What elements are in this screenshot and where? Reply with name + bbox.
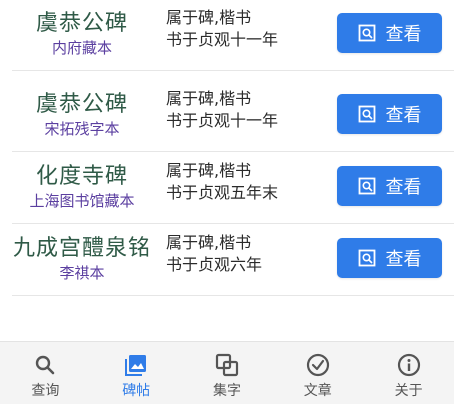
tab-search[interactable]: 查询	[0, 342, 91, 404]
view-button-label: 查看	[385, 24, 422, 45]
stele-edition: 宋拓残字本	[44, 120, 120, 138]
view-icon	[358, 249, 375, 267]
list-item: 化度寺碑 上海图书馆藏本 属于碑,楷书 书于贞观五年末 查看	[12, 152, 454, 224]
tab-about-label: 关于	[394, 383, 423, 399]
view-button[interactable]: 查看	[337, 94, 442, 134]
image-icon	[125, 355, 147, 376]
tab-collect-label: 集字	[212, 383, 241, 399]
stele-type: 属于碑,楷书	[166, 89, 252, 108]
list-item: 虞恭公碑 宋拓残字本 属于碑,楷书 书于贞观十一年 查看	[12, 80, 454, 152]
stele-title: 化度寺碑	[35, 164, 128, 189]
name-column: 化度寺碑 上海图书馆藏本	[12, 152, 152, 223]
tab-about[interactable]: 关于	[363, 342, 454, 404]
name-column: 虞恭公碑 宋拓残字本	[12, 80, 152, 151]
tab-steles[interactable]: 碑帖	[91, 342, 182, 404]
stele-info: 属于碑,楷书 书于贞观十一年	[166, 88, 326, 132]
name-column: 虞恭公碑 内府藏本	[12, 0, 152, 70]
stele-date: 书于贞观五年末	[166, 183, 279, 202]
tab-steles-label: 碑帖	[122, 383, 151, 399]
stele-date: 书于贞观十一年	[166, 30, 279, 49]
list-item: 虞恭公碑 内府藏本 属于碑,楷书 书于贞观十一年 查看	[12, 0, 454, 71]
stele-info: 属于碑,楷书 书于贞观十一年	[166, 7, 326, 51]
view-icon	[358, 24, 375, 42]
view-icon	[358, 177, 375, 195]
stele-title: 虞恭公碑	[35, 11, 128, 36]
info-icon	[397, 353, 420, 377]
tab-articles-label: 文章	[303, 383, 332, 399]
view-button-label: 查看	[385, 249, 422, 270]
stele-edition: 内府藏本	[51, 39, 112, 57]
view-button-label: 查看	[385, 105, 422, 126]
stele-edition: 李祺本	[59, 264, 105, 282]
stele-info: 属于碑,楷书 书于贞观六年	[166, 232, 326, 276]
stele-date: 书于贞观六年	[166, 255, 263, 274]
layers-icon	[215, 353, 239, 377]
name-column: 九成宫醴泉铭 李祺本	[12, 224, 152, 295]
view-button[interactable]: 查看	[337, 238, 442, 278]
view-button-label: 查看	[385, 177, 422, 198]
stele-title: 虞恭公碑	[35, 92, 128, 117]
view-button[interactable]: 查看	[337, 13, 442, 53]
tab-articles[interactable]: 文章	[272, 342, 363, 404]
view-icon	[358, 105, 375, 123]
stele-title: 九成宫醴泉铭	[12, 236, 151, 261]
bottom-tab-bar: 查询 碑帖 集字 文章 关于	[0, 341, 454, 404]
list-item: 九成宫醴泉铭 李祺本 属于碑,楷书 书于贞观六年 查看	[12, 224, 454, 296]
stele-type: 属于碑,楷书	[166, 8, 252, 27]
stele-type: 属于碑,楷书	[166, 233, 252, 252]
stele-info: 属于碑,楷书 书于贞观五年末	[166, 160, 326, 204]
stele-edition: 上海图书馆藏本	[29, 192, 135, 210]
tab-collect[interactable]: 集字	[182, 342, 273, 404]
stele-type: 属于碑,楷书	[166, 161, 252, 180]
check-circle-icon	[306, 353, 329, 377]
view-button[interactable]: 查看	[337, 166, 442, 206]
stele-date: 书于贞观十一年	[166, 111, 279, 130]
tab-search-label: 查询	[31, 383, 60, 399]
search-icon	[36, 355, 55, 375]
